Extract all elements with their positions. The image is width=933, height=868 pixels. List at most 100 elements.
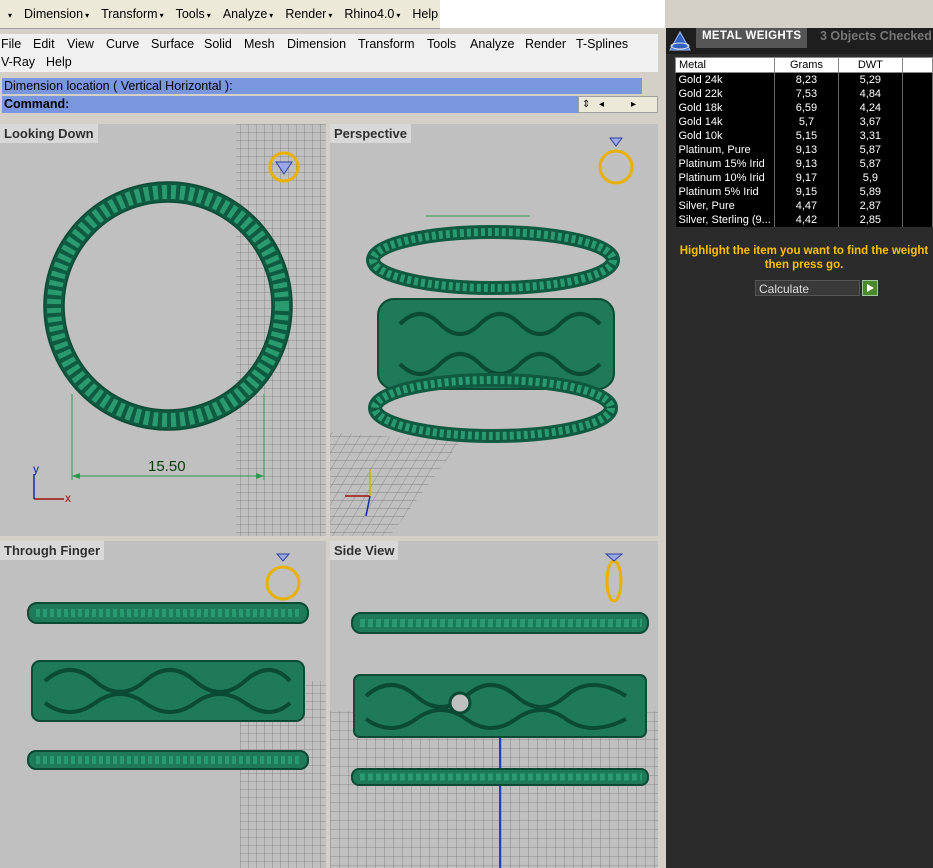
dwt-cell: 5,87 (838, 157, 903, 171)
menu-bar: File Edit View Curve Surface Solid Mesh … (0, 34, 660, 72)
column-header-dwt[interactable]: DWT (838, 57, 903, 73)
blank-cell (902, 213, 933, 227)
grams-cell: 5,15 (774, 129, 840, 143)
menu-curve[interactable]: Curve (106, 37, 139, 51)
viewport-through-finger[interactable]: Through Finger (0, 541, 326, 868)
instruction-text: Highlight the item you want to find the … (670, 244, 933, 272)
dwt-cell: 3,31 (838, 129, 903, 143)
grams-cell: 9,13 (774, 157, 840, 171)
metal-cell: Gold 22k (675, 87, 775, 101)
table-row[interactable]: Gold 18k 6,59 4,24 (675, 101, 933, 115)
dwt-cell: 4,84 (838, 87, 903, 101)
blank-cell (902, 199, 933, 213)
menu-solid[interactable]: Solid (204, 37, 232, 51)
dwt-cell: 5,9 (838, 171, 903, 185)
grams-cell: 9,15 (774, 185, 840, 199)
panel-splitter[interactable] (658, 28, 666, 868)
table-row[interactable]: Silver, Sterling (9... 4,42 2,85 (675, 213, 933, 227)
blank-cell (902, 115, 933, 129)
table-row[interactable]: Gold 14k 5,7 3,67 (675, 115, 933, 129)
side-view-scene (330, 553, 658, 868)
menu-vray[interactable]: V-Ray (1, 55, 35, 69)
menu-edit[interactable]: Edit (33, 37, 55, 51)
calculate-select[interactable]: Calculate (755, 280, 860, 296)
metal-cell: Gold 18k (675, 101, 775, 115)
metal-weights-logo-icon (669, 30, 691, 51)
menu-mesh[interactable]: Mesh (244, 37, 275, 51)
viewport-side-view[interactable]: Side View (330, 541, 658, 868)
table-row[interactable]: Gold 24k 8,23 5,29 (675, 72, 933, 87)
instruction-line: Highlight the item you want to find the … (679, 245, 929, 257)
table-row[interactable]: Silver, Pure 4,47 2,87 (675, 199, 933, 213)
axis-x-label: x (65, 491, 71, 505)
menu-dimension[interactable]: Dimension (287, 37, 346, 51)
blank-cell (902, 171, 933, 185)
toolbar-transform[interactable]: Transform ▾ (95, 7, 170, 21)
blank-cell (902, 72, 933, 87)
menu-tools[interactable]: Tools (427, 37, 456, 51)
menu-tsplines[interactable]: T-Splines (576, 37, 628, 51)
grams-cell: 6,59 (774, 101, 840, 115)
metal-cell: Gold 24k (675, 72, 775, 87)
dwt-cell: 3,67 (838, 115, 903, 129)
instruction-line: then press go. (764, 259, 844, 271)
viewport-looking-down[interactable]: Looking Down 15.50 y x (0, 124, 326, 536)
table-row[interactable]: Platinum 5% Irid 9,15 5,89 (675, 185, 933, 199)
grams-cell: 9,17 (774, 171, 840, 185)
scroll-updown-icon[interactable]: ⇕ (582, 97, 590, 112)
blank-cell (902, 143, 933, 157)
toolbar-dimension[interactable]: Dimension ▾ (18, 7, 95, 21)
viewport-perspective[interactable]: Perspective (330, 124, 658, 536)
toolbar-tools[interactable]: Tools ▾ (170, 7, 217, 21)
menu-file[interactable]: File (1, 37, 21, 51)
scroll-left-icon[interactable]: ◂ (599, 97, 604, 112)
metal-cell: Platinum 10% Irid (675, 171, 775, 185)
dwt-cell: 2,85 (838, 213, 903, 227)
table-row[interactable]: Platinum 15% Irid 9,13 5,87 (675, 157, 933, 171)
menu-view[interactable]: View (67, 37, 94, 51)
metal-cell: Platinum 5% Irid (675, 185, 775, 199)
blank-cell (902, 185, 933, 199)
command-input[interactable]: Command: (2, 96, 578, 113)
viewport-title[interactable]: Side View (330, 541, 399, 560)
scroll-right-icon[interactable]: ▸ (631, 97, 636, 112)
metal-cell: Silver, Sterling (9... (675, 213, 775, 227)
menu-help[interactable]: Help (46, 55, 72, 69)
grams-cell: 9,13 (774, 143, 840, 157)
grams-cell: 7,53 (774, 87, 840, 101)
column-header-metal[interactable]: Metal (675, 57, 775, 73)
table-row[interactable]: Gold 22k 7,53 4,84 (675, 87, 933, 101)
table-row[interactable]: Platinum, Pure 9,13 5,87 (675, 143, 933, 157)
axis-y-label: y (33, 462, 39, 476)
menu-analyze[interactable]: Analyze (470, 37, 514, 51)
viewport-title[interactable]: Through Finger (0, 541, 105, 560)
grams-cell: 5,7 (774, 115, 840, 129)
table-header-row: Metal Grams DWT (675, 57, 933, 73)
grams-cell: 4,42 (774, 213, 840, 227)
blank-cell (902, 101, 933, 115)
column-header-grams[interactable]: Grams (773, 57, 840, 73)
menu-render[interactable]: Render (525, 37, 566, 51)
objects-checked-status: 3 Objects Checked (820, 29, 932, 43)
dwt-cell: 4,24 (838, 101, 903, 115)
toolbar-rhino[interactable]: Rhino4.0 ▾ (338, 7, 406, 21)
panel-title: METAL WEIGHTS (696, 28, 808, 48)
menu-surface[interactable]: Surface (151, 37, 194, 51)
grams-cell: 4,47 (774, 199, 840, 213)
command-scroller[interactable]: ⇕ ◂ ▸ (578, 96, 658, 113)
toolbar-render[interactable]: Render ▾ (279, 7, 338, 21)
top-toolbar: ▾ Dimension ▾ Transform ▾ Tools ▾ Analyze ▾ … (0, 0, 444, 29)
menu-transform[interactable]: Transform (358, 37, 415, 51)
blank-cell (902, 129, 933, 143)
viewport-title[interactable]: Perspective (330, 124, 411, 143)
table-row[interactable]: Gold 10k 5,15 3,31 (675, 129, 933, 143)
toolbar-blank (440, 0, 665, 28)
table-row[interactable]: Platinum 10% Irid 9,17 5,9 (675, 171, 933, 185)
dwt-cell: 5,87 (838, 143, 903, 157)
through-finger-scene (27, 553, 326, 868)
go-button[interactable] (862, 280, 878, 296)
viewport-title[interactable]: Looking Down (0, 124, 98, 143)
toolbar-arrow[interactable]: ▾ (0, 7, 18, 21)
play-icon (867, 284, 874, 292)
toolbar-analyze[interactable]: Analyze ▾ (217, 7, 280, 21)
